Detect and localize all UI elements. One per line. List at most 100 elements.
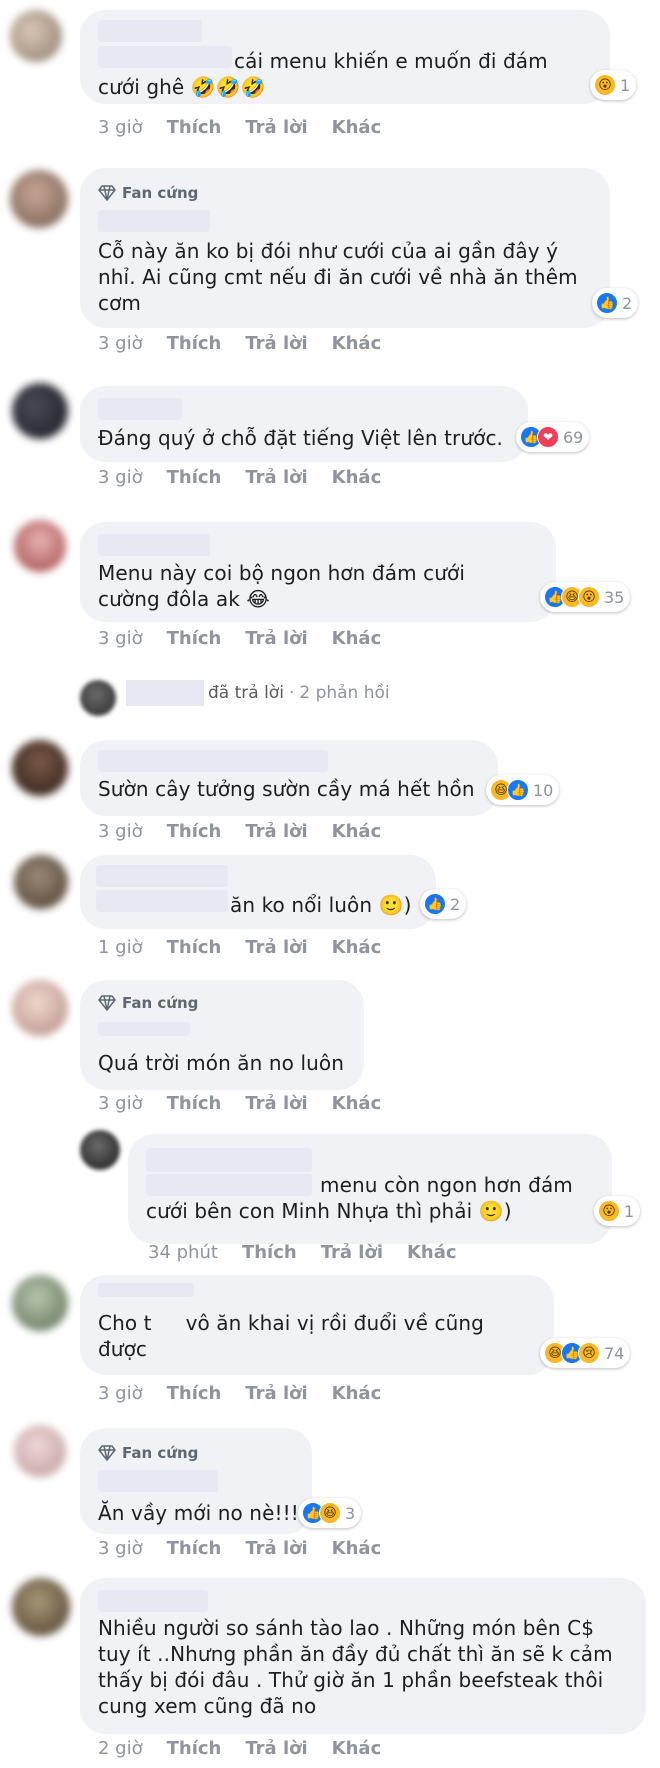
timestamp[interactable]: 3 giờ [98,1093,143,1114]
author-name[interactable] [96,865,228,887]
avatar[interactable] [12,980,68,1036]
reaction-summary[interactable]: 👍 ❤ 69 [516,422,590,452]
like-reaction-icon: 👍 [424,893,446,915]
reply-button[interactable]: Trả lời [245,821,307,842]
reply-button[interactable]: Trả lời [245,117,307,138]
timestamp[interactable]: 3 giờ [98,821,143,842]
more-button[interactable]: Khác [332,1538,382,1559]
timestamp[interactable]: 3 giờ [98,1538,143,1559]
author-name[interactable] [98,534,210,556]
author-name[interactable] [98,1590,208,1612]
comment-text: Ăn vầy mới no nè!!! [98,1501,299,1525]
timestamp[interactable]: 34 phút [148,1242,218,1263]
comment-actions: 3 giờ Thích Trả lời Khác [98,467,381,488]
avatar[interactable] [12,383,68,439]
avatar[interactable] [12,740,68,796]
comment-actions: 3 giờ Thích Trả lời Khác [98,117,381,138]
comment-text: cái menu khiến e muốn đi đám cưới ghê 🤣🤣… [98,49,548,99]
reply-button[interactable]: Trả lời [245,1738,307,1759]
reply-button[interactable]: Trả lời [245,1538,307,1559]
avatar[interactable] [12,1275,68,1331]
fan-badge: Fan cứng [98,994,198,1012]
love-reaction-icon: ❤ [537,426,559,448]
more-button[interactable]: Khác [332,1738,382,1759]
view-replies-link[interactable]: đã trả lời · 2 phản hồi [126,680,390,706]
reply-button[interactable]: Trả lời [245,937,307,958]
reaction-summary[interactable]: 👍 😆 😮 35 [540,582,631,612]
reply-button[interactable]: Trả lời [321,1242,383,1263]
author-name[interactable] [96,890,228,912]
like-button[interactable]: Thích [167,937,222,958]
like-button[interactable]: Thích [167,333,222,354]
comment-text: ăn ko nổi luôn 🙂) [230,893,412,917]
timestamp[interactable]: 3 giờ [98,467,143,488]
reaction-summary[interactable]: 😮 1 [590,70,637,100]
avatar[interactable] [14,520,66,572]
author-name[interactable] [98,1022,190,1036]
like-button[interactable]: Thích [167,1538,222,1559]
reply-button[interactable]: Trả lời [245,467,307,488]
author-name[interactable] [98,1470,218,1492]
reply-button[interactable]: Trả lời [245,628,307,649]
more-button[interactable]: Khác [332,628,382,649]
like-button[interactable]: Thích [167,467,222,488]
reaction-summary[interactable]: 😆 👍 10 [486,775,560,805]
reaction-count: 35 [604,587,625,607]
reaction-count: 1 [620,75,631,95]
diamond-icon [98,995,116,1011]
more-button[interactable]: Khác [332,937,382,958]
avatar[interactable] [80,680,116,716]
like-button[interactable]: Thích [167,1383,222,1404]
more-button[interactable]: Khác [332,821,382,842]
more-button[interactable]: Khác [332,1383,382,1404]
like-reaction-icon: 👍 [507,779,529,801]
reaction-summary[interactable]: 😮 1 [594,1196,641,1226]
timestamp[interactable]: 3 giờ [98,1383,143,1404]
author-name[interactable] [98,20,202,42]
timestamp[interactable]: 3 giờ [98,117,143,138]
author-name[interactable] [98,210,210,232]
reaction-summary[interactable]: 😆 👍 😢 74 [540,1338,631,1368]
avatar[interactable] [14,1425,66,1477]
reaction-count: 1 [624,1201,635,1221]
haha-reaction-icon: 😆 [319,1502,341,1524]
author-name[interactable] [98,750,328,772]
like-button[interactable]: Thích [167,1738,222,1759]
like-button[interactable]: Thích [167,821,222,842]
reply-button[interactable]: Trả lời [245,1093,307,1114]
comment-actions: 3 giờ Thích Trả lời Khác [98,628,381,649]
avatar[interactable] [12,1578,70,1636]
author-name[interactable] [98,1283,194,1297]
more-button[interactable]: Khác [332,1093,382,1114]
reaction-summary[interactable]: 👍 😆 3 [298,1498,362,1528]
fan-badge: Fan cứng [98,184,198,202]
timestamp[interactable]: 1 giờ [98,937,143,958]
comment-text: Sườn cây tưởng sườn cầy má hết hồn [98,777,475,801]
avatar[interactable] [10,10,62,62]
more-button[interactable]: Khác [407,1242,457,1263]
fan-badge: Fan cứng [98,1444,198,1462]
reply-button[interactable]: Trả lời [245,1383,307,1404]
reaction-summary[interactable]: 👍 2 [592,288,639,318]
like-button[interactable]: Thích [167,628,222,649]
like-button[interactable]: Thích [242,1242,297,1263]
like-button[interactable]: Thích [167,1093,222,1114]
reaction-count: 74 [604,1343,625,1363]
timestamp[interactable]: 3 giờ [98,333,143,354]
comment-actions: 3 giờ Thích Trả lời Khác [98,1538,381,1559]
author-name[interactable] [146,1148,312,1172]
avatar[interactable] [14,855,68,909]
reply-button[interactable]: Trả lời [245,333,307,354]
author-name[interactable] [98,398,182,420]
more-button[interactable]: Khác [332,467,382,488]
avatar[interactable] [80,1130,120,1170]
more-button[interactable]: Khác [332,333,382,354]
timestamp[interactable]: 3 giờ [98,628,143,649]
timestamp[interactable]: 2 giờ [98,1738,143,1759]
reaction-summary[interactable]: 👍 2 [420,889,467,919]
like-button[interactable]: Thích [167,117,222,138]
comment-actions: 3 giờ Thích Trả lời Khác [98,333,381,354]
more-button[interactable]: Khác [332,117,382,138]
avatar[interactable] [10,170,68,228]
comment-actions: 34 phút Thích Trả lời Khác [148,1242,457,1263]
